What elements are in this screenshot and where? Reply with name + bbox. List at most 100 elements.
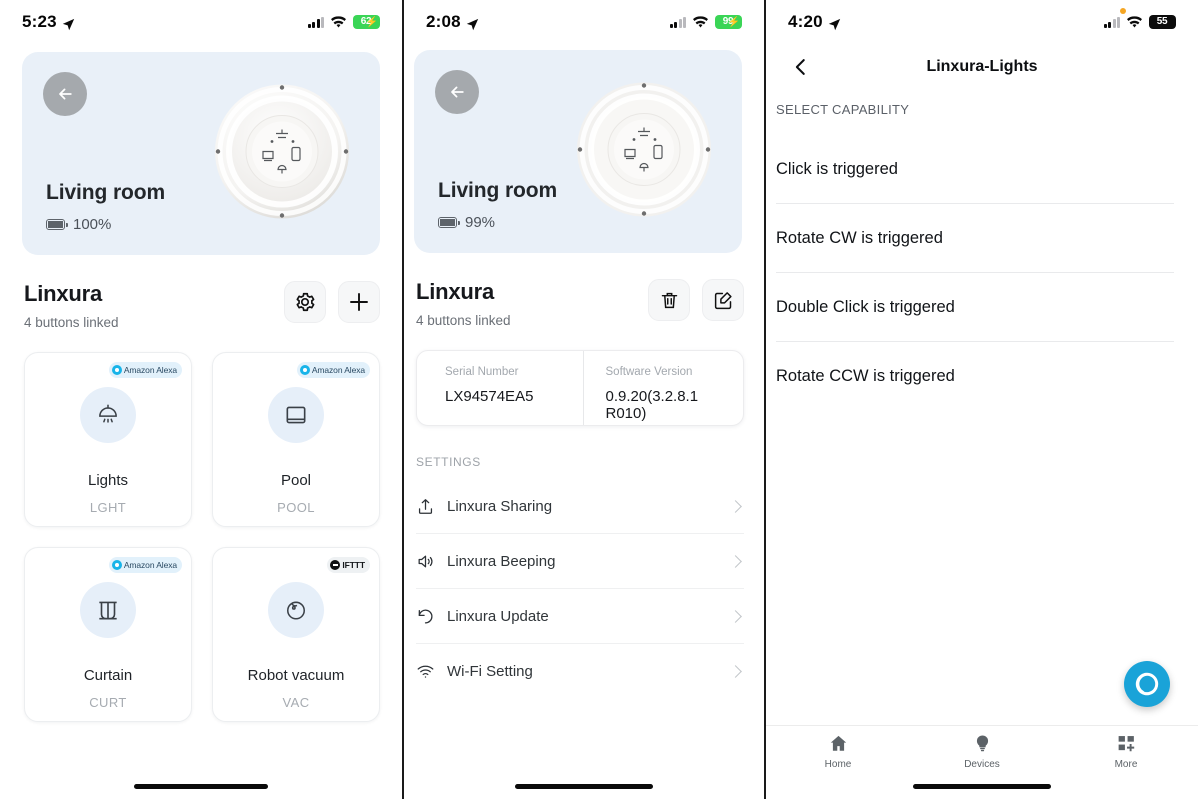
chevron-right-icon <box>729 499 742 513</box>
header-actions <box>284 281 380 323</box>
device-info-card: Serial Number LX94574EA5 Software Versio… <box>416 350 744 426</box>
tab-label: Devices <box>964 759 1000 770</box>
battery-icon <box>438 217 460 228</box>
settings-row-wifi-setting[interactable]: Wi-Fi Setting <box>416 644 744 699</box>
device-code: POOL <box>277 500 315 515</box>
software-version-label: Software Version <box>605 366 693 378</box>
cellular-bars-icon <box>307 16 324 28</box>
badge-label: Amazon Alexa <box>311 365 365 375</box>
device-card-robot-vacuum[interactable]: IFTTT Robot vacuum VAC <box>212 547 380 722</box>
settings-button[interactable] <box>284 281 326 323</box>
serial-number-label: Serial Number <box>445 366 519 378</box>
device-name: Lights <box>87 472 129 489</box>
speaker-volume-icon <box>416 552 444 571</box>
share-upload-icon <box>416 497 444 516</box>
screenshot-collage: 5:23 62 ⚡ Living room 100% Linxura 4 but… <box>0 0 1200 799</box>
location-arrow-icon <box>62 16 75 30</box>
alexa-icon <box>299 365 310 375</box>
delete-button[interactable] <box>648 279 690 321</box>
status-time-text: 4:20 <box>788 12 823 31</box>
chevron-right-icon <box>729 609 742 623</box>
section-title: Linxura <box>24 281 103 306</box>
capability-row-rotate-cw[interactable]: Rotate CW is triggered <box>776 204 1174 273</box>
room-title: Living room <box>438 179 558 202</box>
cellular-bars-icon <box>669 16 686 28</box>
status-indicators: 99 ⚡ <box>669 15 743 29</box>
linxura-controller-image <box>212 81 352 226</box>
tab-label: Home <box>824 759 852 770</box>
home-icon <box>830 735 846 751</box>
section-subtitle: 4 buttons linked <box>24 315 119 330</box>
settings-row-linxura-beeping[interactable]: Linxura Beeping <box>416 534 744 589</box>
settings-row-label: Linxura Beeping <box>447 552 556 570</box>
status-bar: 4:20 55 <box>766 0 1198 44</box>
settings-section-label: SETTINGS <box>416 455 481 469</box>
back-button[interactable] <box>43 72 87 116</box>
device-code: CURT <box>89 695 127 710</box>
device-code: VAC <box>282 695 310 710</box>
settings-row-label: Wi-Fi Setting <box>447 663 533 680</box>
tab-home[interactable]: Home <box>766 733 910 775</box>
status-time-text: 5:23 <box>22 12 57 31</box>
device-card-curtain[interactable]: Amazon Alexa Curtain CURT <box>24 547 192 722</box>
linxura-controller-image <box>574 79 714 224</box>
status-time: 4:20 <box>788 12 841 32</box>
room-battery: 100% <box>46 216 111 233</box>
tab-label: More <box>1114 759 1138 770</box>
tab-devices[interactable]: Devices <box>910 733 1054 775</box>
device-card-pool[interactable]: Amazon Alexa Pool POOL <box>212 352 380 527</box>
settings-row-linxura-update[interactable]: Linxura Update <box>416 589 744 644</box>
add-button[interactable] <box>338 281 380 323</box>
battery-status-icon: 99 ⚡ <box>715 15 743 29</box>
privacy-indicator-dot <box>1120 8 1126 14</box>
status-indicators: 62 ⚡ <box>307 15 381 29</box>
alexa-icon <box>111 560 122 570</box>
status-time: 5:23 <box>22 12 75 32</box>
window-icon <box>268 387 324 443</box>
select-capability-label: SELECT CAPABILITY <box>776 102 910 117</box>
device-card-grid: Amazon Alexa Lights LGHT Amazon Alexa Po… <box>0 330 402 722</box>
section-title: Linxura <box>416 279 495 304</box>
chevron-right-icon <box>729 665 742 678</box>
bottom-tab-bar: Home Devices More <box>766 725 1198 775</box>
ceiling-lamp-icon <box>80 387 136 443</box>
more-grid-icon <box>1118 736 1134 752</box>
tab-more[interactable]: More <box>1054 733 1198 775</box>
settings-row-linxura-sharing[interactable]: Linxura Sharing <box>416 479 744 534</box>
badge-ifttt: IFTTT <box>327 557 370 573</box>
room-hero-card: Living room 100% <box>22 52 380 255</box>
device-card-lights[interactable]: Amazon Alexa Lights LGHT <box>24 352 192 527</box>
page-title: Linxura-Lights <box>926 58 1038 75</box>
room-title: Living room <box>46 181 166 204</box>
battery-icon <box>46 219 68 230</box>
device-code: LGHT <box>89 500 127 515</box>
settings-list: Linxura Sharing Linxura Beeping Linxura … <box>416 479 744 699</box>
device-name: Robot vacuum <box>247 667 345 684</box>
software-version-field: Software Version 0.9.20(3.2.8.1 R010) <box>582 351 744 425</box>
status-time-text: 2:08 <box>426 12 461 31</box>
wifi-icon <box>1126 15 1143 29</box>
back-arrow-icon <box>451 86 464 98</box>
trash-icon <box>661 292 677 308</box>
serial-number-field: Serial Number LX94574EA5 <box>417 351 583 425</box>
capability-row-rotate-ccw[interactable]: Rotate CCW is triggered <box>776 342 1174 411</box>
status-time: 2:08 <box>426 12 479 32</box>
header-actions <box>648 279 744 321</box>
capability-row-click[interactable]: Click is triggered <box>776 135 1174 204</box>
panel-device-detail: 5:23 62 ⚡ Living room 100% Linxura 4 but… <box>0 0 402 799</box>
alexa-fab-button[interactable] <box>1124 661 1170 707</box>
panel-device-settings: 2:08 99 ⚡ Living room 99% Linxura 4 butt… <box>402 0 766 799</box>
robot-vacuum-icon <box>268 582 324 638</box>
edit-button[interactable] <box>702 279 744 321</box>
alexa-icon <box>1135 672 1159 696</box>
room-battery-text: 99% <box>465 214 496 231</box>
capability-row-double-click[interactable]: Double Click is triggered <box>776 273 1174 342</box>
badge-label: IFTTT <box>342 560 365 570</box>
back-button[interactable] <box>435 70 479 114</box>
badge-amazon-alexa: Amazon Alexa <box>296 362 370 378</box>
back-arrow-icon <box>59 88 72 100</box>
location-arrow-icon <box>828 16 841 30</box>
room-hero-card: Living room 99% <box>414 50 742 253</box>
bulb-icon <box>976 735 988 752</box>
panel-select-capability: 4:20 55 Linxura-Lights SELECT CAPABILITY… <box>766 0 1198 799</box>
